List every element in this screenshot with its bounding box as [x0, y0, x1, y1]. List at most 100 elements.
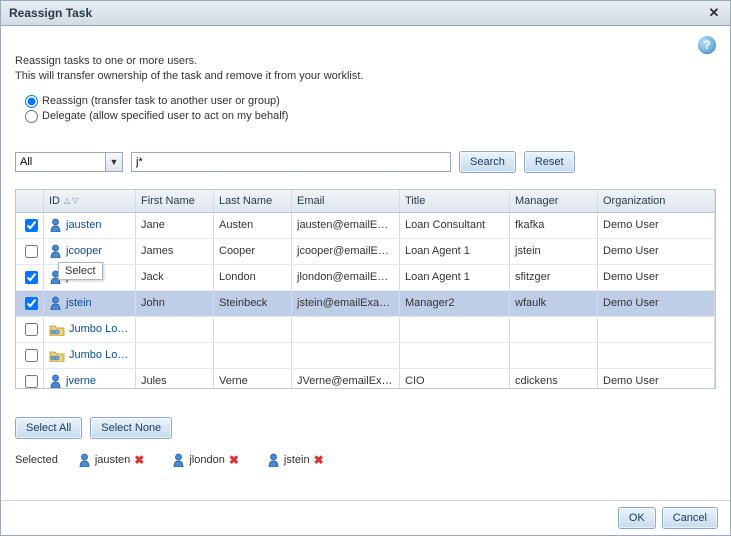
- dialog-title: Reassign Task: [9, 6, 92, 20]
- cell-last: [214, 317, 292, 342]
- row-checkbox[interactable]: [25, 245, 38, 258]
- group-icon: [49, 322, 65, 336]
- radio-reassign-input[interactable]: [25, 95, 38, 108]
- id-link[interactable]: jverne: [66, 375, 96, 387]
- col-manager[interactable]: Manager: [510, 190, 598, 212]
- row-checkbox[interactable]: [25, 219, 38, 232]
- group-icon: [49, 348, 65, 362]
- col-id[interactable]: ID △▽: [44, 190, 136, 212]
- cell-title: Loan Agent 1: [400, 239, 510, 264]
- cell-first: Jane: [136, 213, 214, 238]
- search-row: ▼ Search Reset: [15, 151, 716, 173]
- table-row[interactable]: Jumbo Lo…: [16, 317, 715, 343]
- remove-icon[interactable]: ✖: [134, 453, 144, 467]
- selected-chip-label: jausten: [95, 454, 130, 466]
- cell-id: jausten: [44, 213, 136, 238]
- col-first[interactable]: First Name: [136, 190, 214, 212]
- col-last[interactable]: Last Name: [214, 190, 292, 212]
- cell-email: jausten@emailE…: [292, 213, 400, 238]
- row-checkbox[interactable]: [25, 375, 38, 388]
- cell-manager: fkafka: [510, 213, 598, 238]
- cell-manager: sfitzger: [510, 265, 598, 290]
- cancel-button[interactable]: Cancel: [662, 507, 718, 529]
- search-mode-input[interactable]: [15, 152, 105, 172]
- cell-org: Demo User: [598, 239, 715, 264]
- reassign-task-dialog: Reassign Task ✕ ? Reassign tasks to one …: [0, 0, 731, 536]
- cell-title: Manager2: [400, 291, 510, 316]
- cell-title: Loan Agent 1: [400, 265, 510, 290]
- cell-manager: [510, 343, 598, 368]
- ok-button[interactable]: OK: [618, 507, 656, 529]
- help-icon[interactable]: ?: [698, 36, 716, 54]
- cell-checkbox[interactable]: [16, 213, 44, 238]
- id-link[interactable]: jausten: [66, 219, 101, 231]
- cell-first: James: [136, 239, 214, 264]
- row-checkbox[interactable]: [25, 271, 38, 284]
- cell-email: [292, 317, 400, 342]
- dialog-body: ? Reassign tasks to one or more users. T…: [1, 26, 730, 500]
- col-checkbox: [16, 190, 44, 212]
- cell-last: [214, 343, 292, 368]
- reset-button[interactable]: Reset: [524, 151, 575, 173]
- col-title[interactable]: Title: [400, 190, 510, 212]
- cell-last: London: [214, 265, 292, 290]
- search-mode-combo[interactable]: ▼: [15, 152, 123, 172]
- cell-title: Loan Consultant: [400, 213, 510, 238]
- cell-email: jlondon@emailE…: [292, 265, 400, 290]
- col-email[interactable]: Email: [292, 190, 400, 212]
- chevron-down-icon[interactable]: ▼: [105, 152, 123, 172]
- id-link[interactable]: jcooper: [66, 245, 102, 257]
- user-icon: [267, 453, 280, 467]
- radio-delegate-label: Delegate (allow specified user to act on…: [42, 110, 288, 122]
- cell-id: Jumbo Lo…: [44, 317, 136, 342]
- remove-icon[interactable]: ✖: [314, 453, 324, 467]
- close-icon[interactable]: ✕: [706, 5, 722, 21]
- row-checkbox[interactable]: [25, 349, 38, 362]
- select-none-button[interactable]: Select None: [90, 417, 172, 439]
- cell-org: [598, 317, 715, 342]
- user-icon: [49, 296, 62, 310]
- cell-checkbox[interactable]: [16, 239, 44, 264]
- dialog-footer: OK Cancel: [1, 500, 730, 535]
- table-row[interactable]: Jumbo Lo…: [16, 343, 715, 369]
- cell-email: jstein@emailExa…: [292, 291, 400, 316]
- cell-email: JVerne@emailEx…: [292, 369, 400, 388]
- cell-last: Steinbeck: [214, 291, 292, 316]
- cell-manager: cdickens: [510, 369, 598, 388]
- cell-id: jverne: [44, 369, 136, 388]
- select-all-button[interactable]: Select All: [15, 417, 82, 439]
- id-link[interactable]: Jumbo Lo…: [69, 349, 128, 361]
- col-org[interactable]: Organization: [598, 190, 715, 212]
- table-row[interactable]: jaustenJaneAustenjausten@emailE…Loan Con…: [16, 213, 715, 239]
- search-input[interactable]: [131, 152, 451, 172]
- radio-reassign[interactable]: Reassign (transfer task to another user …: [25, 95, 716, 108]
- selected-label: Selected: [15, 454, 58, 466]
- table-row[interactable]: jsteinJohnSteinbeckjstein@emailExa…Manag…: [16, 291, 715, 317]
- cell-checkbox[interactable]: [16, 369, 44, 388]
- id-link[interactable]: jstein: [66, 297, 92, 309]
- cell-org: Demo User: [598, 291, 715, 316]
- id-link[interactable]: Jumbo Lo…: [69, 323, 128, 335]
- dialog-titlebar: Reassign Task ✕: [1, 1, 730, 26]
- radio-delegate[interactable]: Delegate (allow specified user to act on…: [25, 110, 716, 123]
- table-row[interactable]: jcooperJamesCooperjcooper@emailE…Loan Ag…: [16, 239, 715, 265]
- cell-checkbox[interactable]: [16, 291, 44, 316]
- selected-chip: jausten ✖: [78, 453, 145, 467]
- table-body[interactable]: jaustenJaneAustenjausten@emailE…Loan Con…: [16, 213, 715, 388]
- cell-checkbox[interactable]: [16, 317, 44, 342]
- cell-org: Demo User: [598, 213, 715, 238]
- select-tooltip: Select: [58, 262, 103, 280]
- cell-title: [400, 317, 510, 342]
- remove-icon[interactable]: ✖: [229, 453, 239, 467]
- cell-checkbox[interactable]: [16, 343, 44, 368]
- cell-checkbox[interactable]: [16, 265, 44, 290]
- row-checkbox[interactable]: [25, 297, 38, 310]
- radio-delegate-input[interactable]: [25, 110, 38, 123]
- cell-email: [292, 343, 400, 368]
- cell-org: Demo User: [598, 265, 715, 290]
- search-button[interactable]: Search: [459, 151, 516, 173]
- row-checkbox[interactable]: [25, 323, 38, 336]
- table-row[interactable]: jverneJulesVerneJVerne@emailEx…CIOcdicke…: [16, 369, 715, 388]
- cell-manager: wfaulk: [510, 291, 598, 316]
- table-row[interactable]: jlondonJackLondonjlondon@emailE…Loan Age…: [16, 265, 715, 291]
